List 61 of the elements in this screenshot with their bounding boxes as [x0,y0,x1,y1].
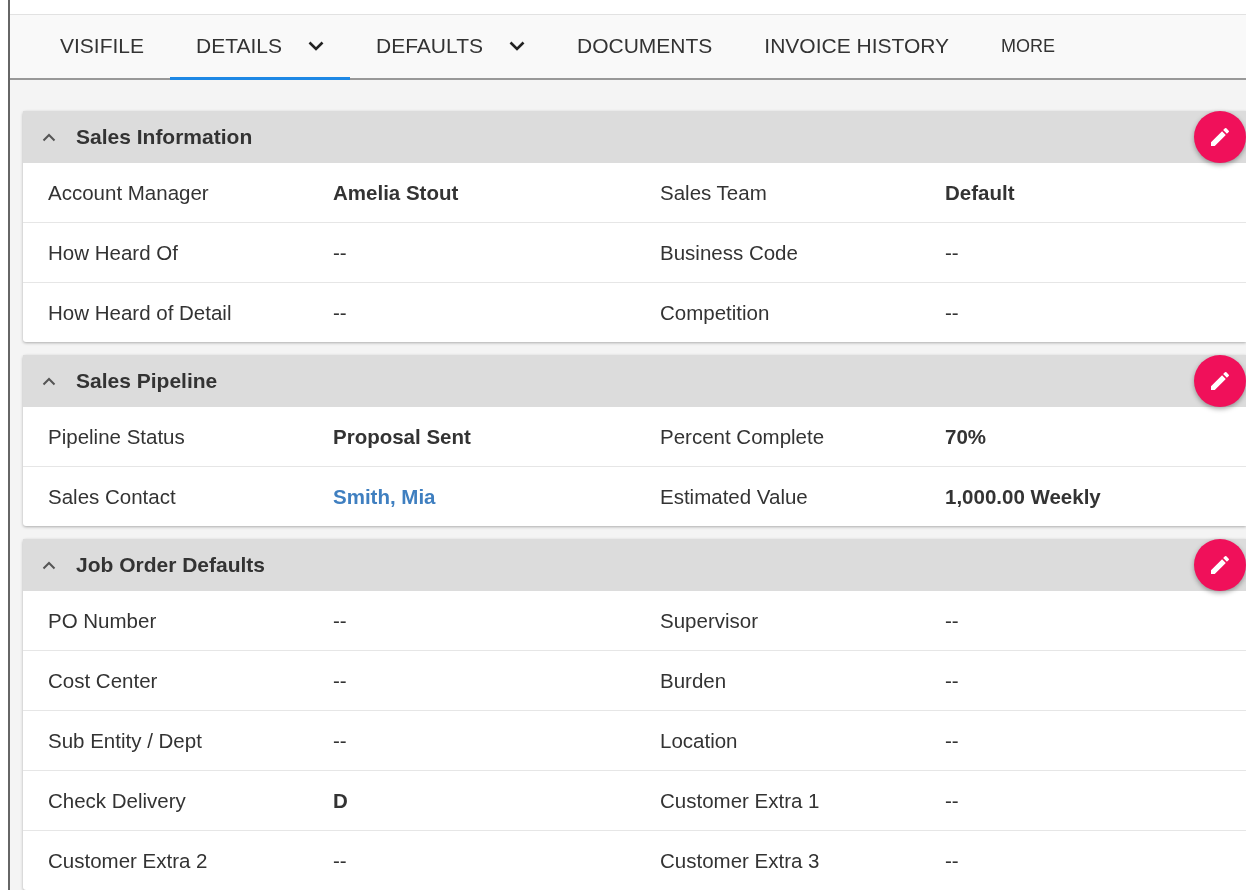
field-value: -- [945,300,959,325]
edit-button[interactable] [1194,355,1246,407]
field-label: Customer Extra 1 [660,788,820,813]
field-label: How Heard of Detail [48,300,232,325]
section-title: Sales Pipeline [76,369,218,393]
field-value: -- [333,300,347,325]
field-value: -- [333,728,347,753]
field-label: Competition [660,300,770,325]
field-value: 70% [945,424,987,449]
section-header[interactable]: Job Order Defaults [23,539,1246,591]
field-value: -- [333,848,347,873]
tab[interactable]: DETAILS [170,15,350,80]
pencil-icon [1208,553,1232,577]
field-value: -- [945,788,959,813]
edit-button[interactable] [1194,539,1246,591]
field-value: -- [945,240,959,265]
field-value: Amelia Stout [333,180,459,205]
field-label: Customer Extra 3 [660,848,820,873]
field-value: -- [333,240,347,265]
field-value: -- [333,668,347,693]
section-header[interactable]: Sales Pipeline [23,355,1246,407]
field-value: Proposal Sent [333,424,471,449]
more-tab[interactable]: MORE [975,15,1082,80]
field-value: -- [945,848,959,873]
section-title: Job Order Defaults [76,553,266,577]
field-label: Customer Extra 2 [48,848,208,873]
field-value: -- [333,608,347,633]
field-value: -- [945,728,959,753]
field-label: Location [660,728,738,753]
field-label: Percent Complete [660,424,825,449]
field-link[interactable]: Smith, Mia [333,484,436,509]
section-title: Sales Information [76,125,253,149]
section-header[interactable]: Sales Information [23,111,1246,163]
field-label: Sales Contact [48,484,176,509]
tab[interactable]: DOCUMENTS [550,15,739,80]
field-label: Sales Team [660,180,767,205]
field-label: Sub Entity / Dept [48,728,202,753]
field-label: Supervisor [660,608,758,633]
field-label: Estimated Value [660,484,808,509]
field-value: D [333,788,348,813]
field-label: Burden [660,668,727,693]
pencil-icon [1208,125,1232,149]
field-value: 1,000.00 Weekly [945,484,1101,509]
field-label: Business Code [660,240,798,265]
field-label: How Heard Of [48,240,178,265]
caret-up-icon[interactable] [42,132,56,142]
field-label: Pipeline Status [48,424,185,449]
tab[interactable]: DEFAULTS [350,15,551,80]
field-label: PO Number [48,608,157,633]
edit-button[interactable] [1194,111,1246,163]
tab[interactable]: VISIFILE [34,15,171,80]
tab[interactable]: INVOICE HISTORY [738,15,976,80]
field-label: Account Manager [48,180,209,205]
caret-up-icon[interactable] [42,376,56,386]
field-value: Default [945,180,1015,205]
caret-up-icon[interactable] [42,560,56,570]
field-value: -- [945,668,959,693]
field-value: -- [945,608,959,633]
pencil-icon [1208,369,1232,393]
field-label: Check Delivery [48,788,186,813]
field-label: Cost Center [48,668,158,693]
